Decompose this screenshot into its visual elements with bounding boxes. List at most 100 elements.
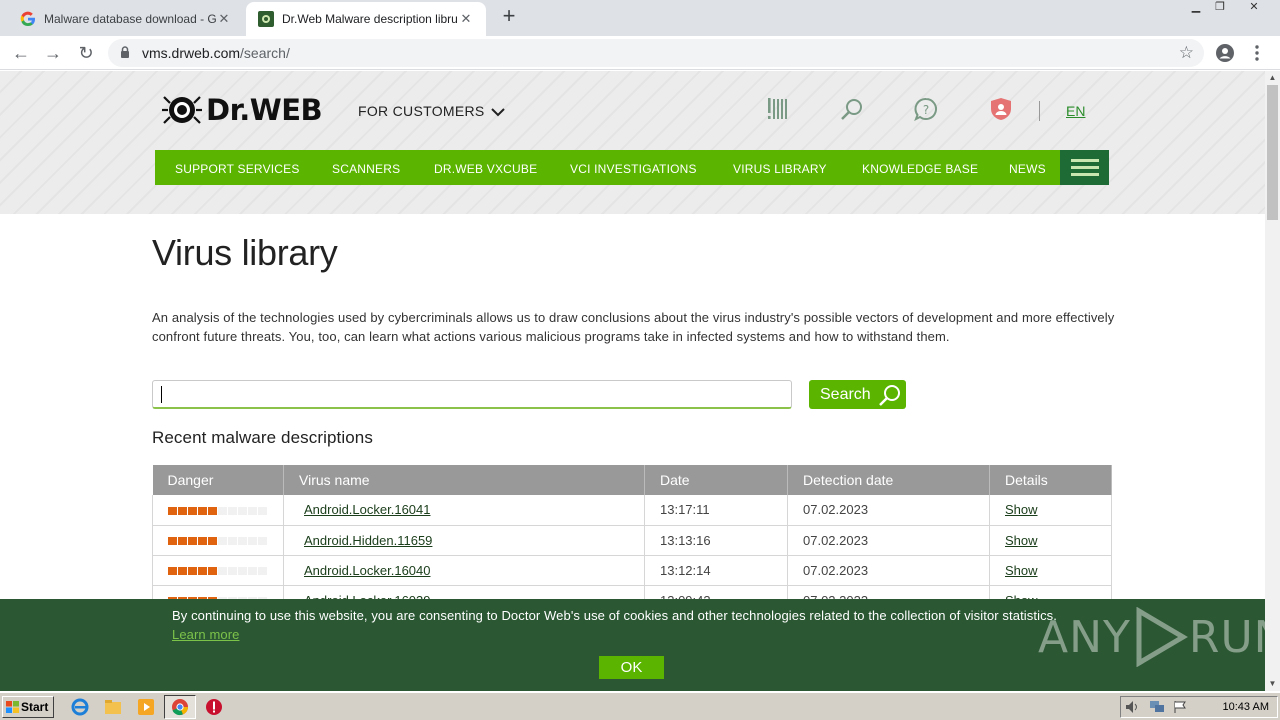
- virus-name-link[interactable]: Android.Hidden.11659: [304, 533, 432, 548]
- window-close-icon[interactable]: ✕: [1241, 0, 1267, 18]
- danger-segment: [168, 537, 177, 546]
- chevron-down-icon: [491, 108, 505, 117]
- browser-toolbar: ← → ↻ vms.drweb.com/search/ ☆: [0, 36, 1280, 70]
- menu-item-support-services[interactable]: SUPPORT SERVICES: [175, 162, 300, 176]
- tab-title: Malware database download - Googl: [44, 12, 216, 26]
- reload-icon[interactable]: ↻: [75, 42, 97, 64]
- menu-kebab-icon[interactable]: [1254, 43, 1260, 63]
- media-player-icon[interactable]: [137, 698, 155, 716]
- close-icon[interactable]: ✕: [458, 11, 474, 27]
- page-title: Virus library: [152, 232, 338, 273]
- danger-segment: [248, 567, 257, 576]
- tab-google-search[interactable]: Malware database download - Googl ✕: [8, 2, 244, 36]
- header-divider: [1039, 101, 1040, 121]
- column-header-details: Details: [989, 465, 1112, 495]
- file-explorer-icon[interactable]: [104, 698, 122, 716]
- drweb-spider-logo-icon: [162, 96, 202, 124]
- learn-more-link[interactable]: Learn more: [172, 627, 239, 642]
- anyrun-watermark: ANY RUN: [1038, 607, 1265, 667]
- danger-segment: [198, 506, 207, 515]
- tab-title: Dr.Web Malware description libruary: [282, 12, 458, 26]
- virus-search-input[interactable]: [153, 381, 791, 407]
- danger-segment: [228, 537, 237, 546]
- forward-icon[interactable]: →: [42, 42, 64, 64]
- bookmark-star-icon[interactable]: ☆: [1179, 43, 1194, 63]
- danger-segment: [248, 537, 257, 546]
- virus-name-link[interactable]: Android.Locker.16041: [304, 502, 430, 517]
- back-icon[interactable]: ←: [10, 42, 32, 64]
- scroll-up-arrow-icon[interactable]: ▲: [1265, 71, 1280, 85]
- page-scrollbar[interactable]: ▲ ▼: [1265, 71, 1280, 691]
- start-label: Start: [21, 700, 49, 714]
- cookie-ok-button[interactable]: OK: [599, 656, 664, 679]
- detection-date-cell: 07.02.2023: [787, 555, 990, 586]
- minimize-icon[interactable]: ▁: [1183, 0, 1209, 18]
- scrollbar-thumb[interactable]: [1267, 85, 1278, 220]
- close-icon[interactable]: ✕: [216, 11, 232, 27]
- danger-segment: [258, 567, 267, 576]
- menu-item-knowledge-base[interactable]: KNOWLEDGE BASE: [862, 162, 978, 176]
- danger-segment: [238, 567, 247, 576]
- drweb-logo[interactable]: Dr.WEB: [162, 93, 323, 127]
- network-icon[interactable]: [1149, 700, 1165, 714]
- menu-item-vxcube[interactable]: DR.WEB VXCUBE: [434, 162, 537, 176]
- details-cell: Show: [989, 525, 1112, 556]
- restore-icon[interactable]: ❐: [1207, 0, 1233, 18]
- search-icon[interactable]: [840, 97, 864, 121]
- for-customers-dropdown[interactable]: FOR CUSTOMERS: [358, 103, 505, 119]
- drweb-spider-icon: [258, 11, 274, 27]
- menu-item-scanners[interactable]: SCANNERS: [332, 162, 400, 176]
- internet-explorer-icon[interactable]: [71, 698, 89, 716]
- virus-name-cell: Android.Hidden.11659: [283, 525, 645, 556]
- start-button[interactable]: Start: [2, 696, 54, 718]
- danger-level-meter: [168, 506, 267, 515]
- show-details-link[interactable]: Show: [1005, 533, 1038, 548]
- volume-icon[interactable]: [1125, 700, 1141, 714]
- hamburger-menu-icon[interactable]: [1060, 150, 1109, 185]
- date-cell: 13:13:16: [644, 525, 788, 556]
- cookie-banner: By continuing to use this website, you a…: [0, 599, 1265, 691]
- column-header-detection-date: Detection date: [787, 465, 990, 495]
- help-icon[interactable]: ?: [914, 97, 938, 121]
- menu-item-news[interactable]: NEWS: [1009, 162, 1046, 176]
- chrome-taskbar-button[interactable]: [164, 695, 196, 719]
- new-tab-button[interactable]: +: [496, 5, 522, 28]
- intro-paragraph: An analysis of the technologies used by …: [152, 310, 1115, 344]
- system-tray: 10:43 AM: [1120, 696, 1278, 718]
- search-button-label: Search: [820, 386, 871, 403]
- menu-item-vci-investigations[interactable]: VCI INVESTIGATIONS: [570, 162, 697, 176]
- virus-name-link[interactable]: Android.Locker.16040: [304, 563, 430, 578]
- show-details-link[interactable]: Show: [1005, 563, 1038, 578]
- threat-stats-icon[interactable]: [765, 97, 789, 121]
- virus-search-field[interactable]: [152, 380, 792, 409]
- url-text: vms.drweb.com/search/: [142, 45, 290, 61]
- danger-segment: [208, 506, 217, 515]
- menu-item-virus-library[interactable]: VIRUS LIBRARY: [733, 162, 827, 176]
- account-shield-icon[interactable]: [989, 97, 1013, 121]
- danger-segment: [258, 537, 267, 546]
- action-center-flag-icon[interactable]: [1173, 700, 1187, 714]
- details-cell: Show: [989, 555, 1112, 586]
- danger-segment: [198, 537, 207, 546]
- danger-cell: [152, 555, 284, 586]
- recent-malware-heading: Recent malware descriptions: [152, 428, 373, 447]
- language-switch[interactable]: EN: [1066, 103, 1085, 119]
- tab-drweb-library[interactable]: Dr.Web Malware description libruary ✕: [246, 2, 486, 36]
- page-viewport: Dr.WEB FOR CUSTOMERS ? EN SUPPORT SERVIC…: [0, 71, 1265, 691]
- danger-segment: [258, 506, 267, 515]
- profile-icon[interactable]: [1215, 43, 1235, 63]
- column-header-virus-name: Virus name: [283, 465, 645, 495]
- danger-segment: [168, 506, 177, 515]
- search-button[interactable]: Search: [809, 380, 906, 409]
- address-bar[interactable]: vms.drweb.com/search/ ☆: [108, 39, 1204, 67]
- danger-segment: [168, 567, 177, 576]
- taskbar-clock: 10:43 AM: [1222, 701, 1269, 713]
- detection-date-cell: 07.02.2023: [787, 495, 990, 526]
- windows-taskbar: Start 10:43 AM: [0, 692, 1280, 720]
- danger-segment: [238, 506, 247, 515]
- danger-cell: [152, 525, 284, 556]
- scroll-down-arrow-icon[interactable]: ▼: [1265, 677, 1280, 691]
- show-details-link[interactable]: Show: [1005, 502, 1038, 517]
- antivirus-icon[interactable]: [205, 698, 223, 716]
- danger-level-meter: [168, 567, 267, 576]
